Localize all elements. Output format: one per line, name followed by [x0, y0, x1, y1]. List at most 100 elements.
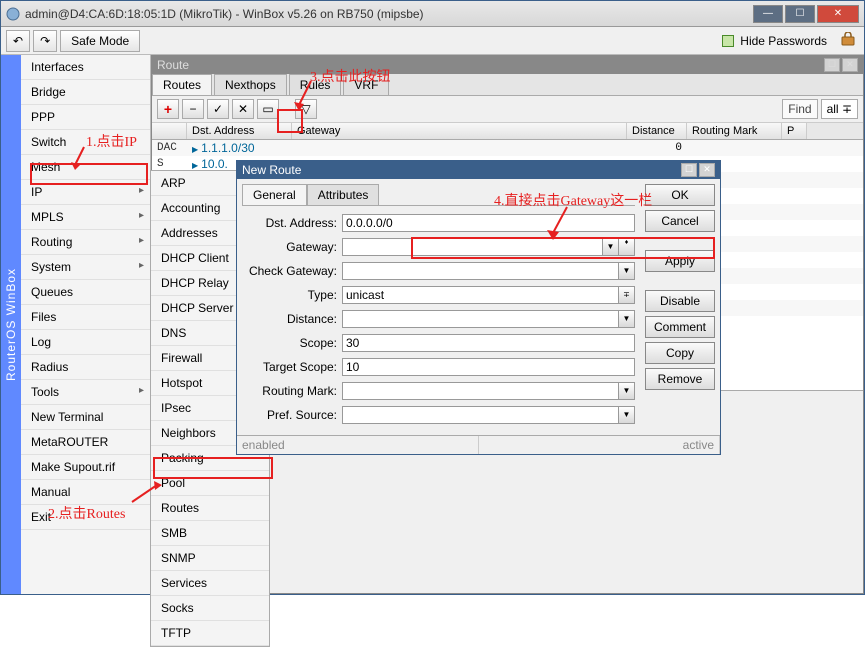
apply-button[interactable]: Apply [645, 250, 715, 272]
main-window: admin@D4:CA:6D:18:05:1D (MikroTik) - Win… [0, 0, 865, 595]
menu-tools[interactable]: Tools [21, 380, 150, 405]
disable-button[interactable]: Disable [645, 290, 715, 312]
comment-button2[interactable]: ▭ [257, 99, 279, 119]
menu-files[interactable]: Files [21, 305, 150, 330]
check-gateway-dropdown[interactable]: ▼ [619, 262, 635, 280]
menu-ppp[interactable]: PPP [21, 105, 150, 130]
label-scope: Scope: [242, 336, 342, 350]
gateway-input[interactable] [342, 238, 603, 256]
table-header: Dst. Address Gateway Distance Routing Ma… [152, 123, 863, 140]
check-gateway-input[interactable] [342, 262, 619, 280]
remove-button2[interactable]: − [182, 99, 204, 119]
hide-passwords-area: Hide Passwords [722, 32, 859, 49]
disable-button2[interactable]: ✕ [232, 99, 254, 119]
routes-toolbar: + − ✓ ✕ ▭ ▽ Find all ∓ [152, 96, 863, 123]
routes-close[interactable]: ✕ [842, 58, 858, 72]
tab-rules[interactable]: Rules [289, 74, 342, 95]
type-input[interactable] [342, 286, 619, 304]
routing-mark-input[interactable] [342, 382, 619, 400]
distance-dropdown[interactable]: ▼ [619, 310, 635, 328]
copy-button[interactable]: Copy [645, 342, 715, 364]
new-route-title: New Route [242, 163, 679, 177]
filter-button[interactable]: ▽ [295, 99, 317, 119]
tab-nexthops[interactable]: Nexthops [214, 74, 287, 95]
menu-make-supout-rif[interactable]: Make Supout.rif [21, 455, 150, 480]
minimize-button[interactable]: — [753, 5, 783, 23]
scope-select[interactable]: all ∓ [821, 99, 858, 119]
menu-bridge[interactable]: Bridge [21, 80, 150, 105]
safe-mode-button[interactable]: Safe Mode [60, 30, 140, 52]
dst-address-input[interactable] [342, 214, 635, 232]
menu-queues[interactable]: Queues [21, 280, 150, 305]
comment-button[interactable]: Comment [645, 316, 715, 338]
main-menu: InterfacesBridgePPPSwitchMeshIPMPLSRouti… [21, 55, 151, 594]
maximize-button[interactable]: ☐ [785, 5, 815, 23]
routing-mark-dropdown[interactable]: ▼ [619, 382, 635, 400]
label-distance: Distance: [242, 312, 342, 326]
ok-button[interactable]: OK [645, 184, 715, 206]
type-dropdown[interactable]: ∓ [619, 286, 635, 304]
col-routing-mark[interactable]: Routing Mark [687, 123, 782, 139]
menu-log[interactable]: Log [21, 330, 150, 355]
gateway-stepper[interactable]: ♦ [619, 238, 635, 256]
new-route-close[interactable]: ✕ [699, 163, 715, 177]
product-label: RouterOS WinBox [1, 55, 21, 594]
tab-vrf[interactable]: VRF [343, 74, 389, 95]
menu-switch[interactable]: Switch [21, 130, 150, 155]
col-flags[interactable] [152, 123, 187, 139]
tab-attributes[interactable]: Attributes [307, 184, 380, 205]
menu-metarouter[interactable]: MetaROUTER [21, 430, 150, 455]
tab-routes[interactable]: Routes [152, 74, 212, 95]
remove-button[interactable]: Remove [645, 368, 715, 390]
menu-routing[interactable]: Routing [21, 230, 150, 255]
col-distance[interactable]: Distance [627, 123, 687, 139]
col-dst-address[interactable]: Dst. Address [187, 123, 292, 139]
close-button[interactable]: ✕ [817, 5, 859, 23]
col-p[interactable]: P [782, 123, 807, 139]
submenu-snmp[interactable]: SNMP [151, 546, 269, 571]
menu-system[interactable]: System [21, 255, 150, 280]
hide-passwords-checkbox[interactable] [722, 35, 734, 47]
cancel-button[interactable]: Cancel [645, 210, 715, 232]
app-icon [6, 7, 20, 21]
label-gateway: Gateway: [242, 240, 342, 254]
find-button[interactable]: Find [782, 99, 817, 119]
gateway-dropdown[interactable]: ▼ [603, 238, 619, 256]
new-route-dialog: New Route ☐ ✕ General Attributes Dst. Ad… [236, 160, 721, 455]
submenu-tftp[interactable]: TFTP [151, 621, 269, 646]
table-row[interactable]: DAC▶1.1.1.0/300 [152, 140, 863, 156]
new-route-form: General Attributes Dst. Address: Gateway… [237, 179, 640, 435]
forward-button[interactable]: ↷ [33, 30, 57, 52]
enable-button[interactable]: ✓ [207, 99, 229, 119]
menu-interfaces[interactable]: Interfaces [21, 55, 150, 80]
pref-source-dropdown[interactable]: ▼ [619, 406, 635, 424]
menu-mpls[interactable]: MPLS [21, 205, 150, 230]
menu-new-terminal[interactable]: New Terminal [21, 405, 150, 430]
submenu-services[interactable]: Services [151, 571, 269, 596]
scope-input[interactable] [342, 334, 635, 352]
menu-manual[interactable]: Manual [21, 480, 150, 505]
lock-icon [841, 32, 859, 49]
label-type: Type: [242, 288, 342, 302]
submenu-pool[interactable]: Pool [151, 471, 269, 496]
menu-radius[interactable]: Radius [21, 355, 150, 380]
new-route-buttons: OK Cancel Apply Disable Comment Copy Remove [640, 179, 720, 435]
distance-input[interactable] [342, 310, 619, 328]
add-button[interactable]: + [157, 99, 179, 119]
new-route-maximize[interactable]: ☐ [681, 163, 697, 177]
tab-general[interactable]: General [242, 184, 307, 205]
status-active: active [479, 436, 721, 454]
routes-maximize[interactable]: ☐ [824, 58, 840, 72]
menu-exit[interactable]: Exit [21, 505, 150, 530]
menu-mesh[interactable]: Mesh [21, 155, 150, 180]
submenu-socks[interactable]: Socks [151, 596, 269, 621]
status-enabled: enabled [237, 436, 479, 454]
col-gateway[interactable]: Gateway [292, 123, 627, 139]
routes-title: Route [157, 58, 822, 72]
submenu-routes[interactable]: Routes [151, 496, 269, 521]
submenu-smb[interactable]: SMB [151, 521, 269, 546]
back-button[interactable]: ↶ [6, 30, 30, 52]
menu-ip[interactable]: IP [21, 180, 150, 205]
pref-source-input[interactable] [342, 406, 619, 424]
target-scope-input[interactable] [342, 358, 635, 376]
